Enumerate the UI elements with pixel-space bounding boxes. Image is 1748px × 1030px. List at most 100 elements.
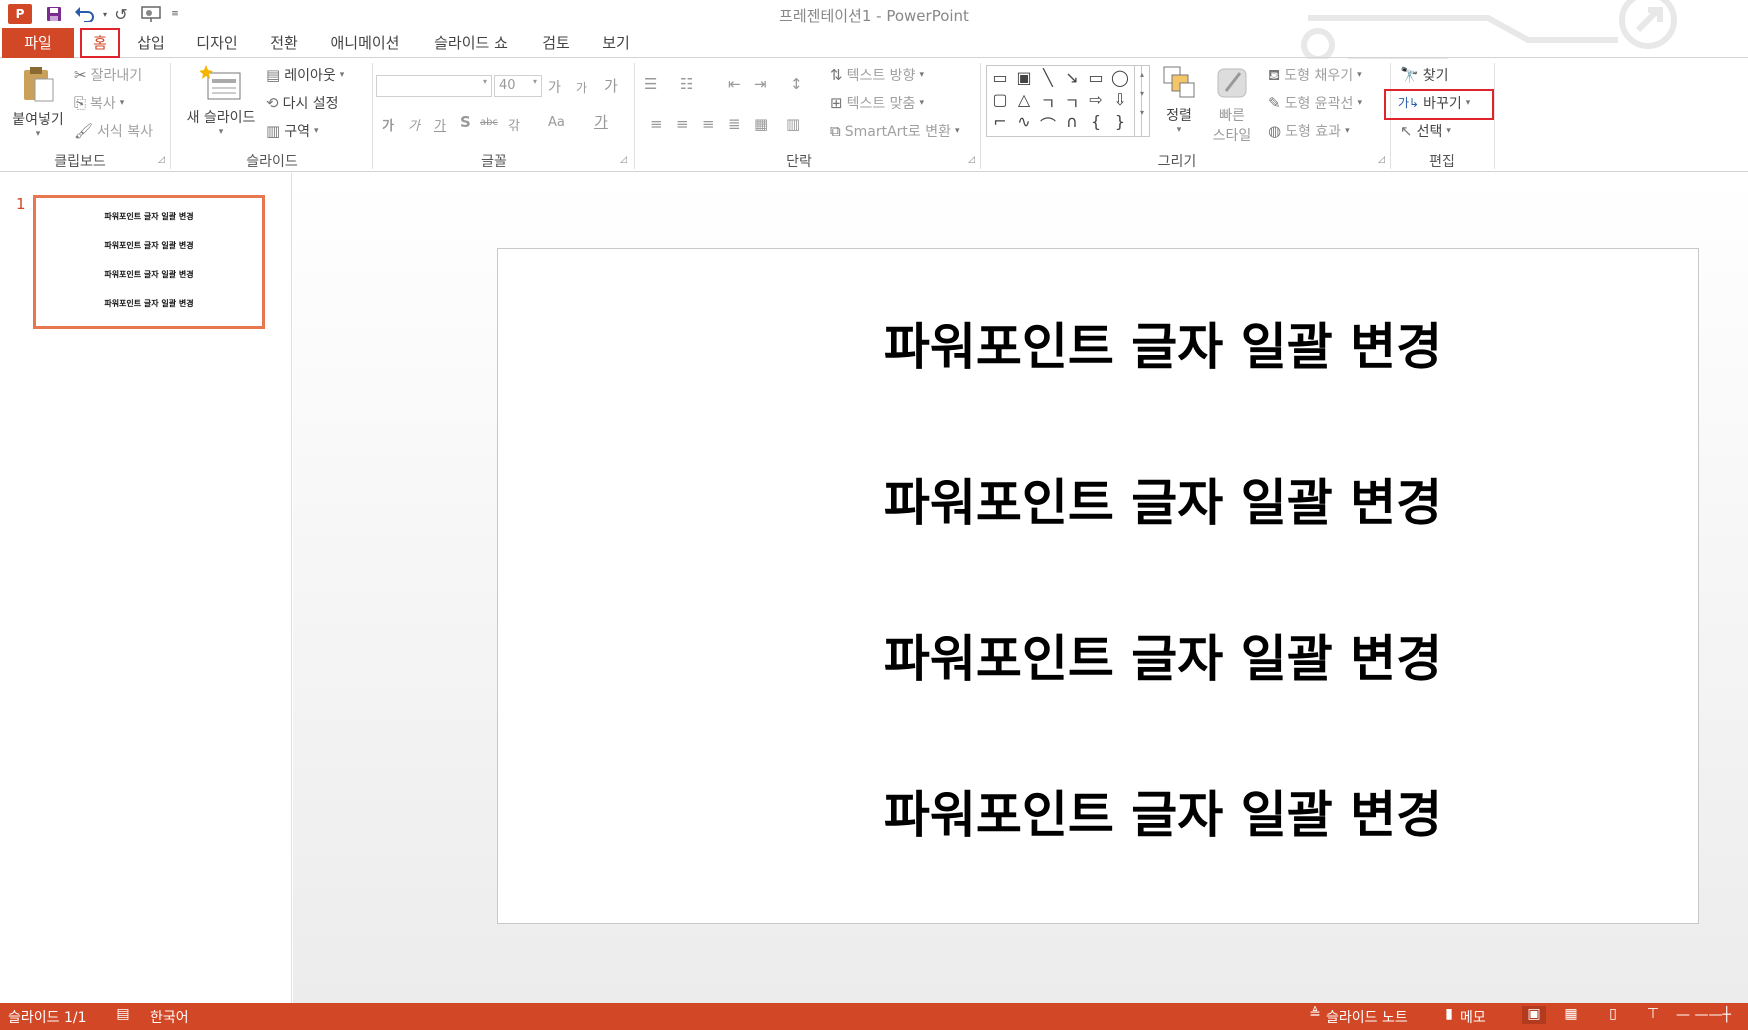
tab-file[interactable]: 파일 [2, 28, 74, 58]
textbox-shape-icon[interactable]: ▭ [989, 68, 1011, 87]
align-left-icon[interactable]: ≡ [650, 115, 663, 133]
align-right-icon[interactable]: ≡ [702, 115, 715, 133]
tab-review[interactable]: 검토 [534, 28, 578, 58]
paste-dropdown-icon[interactable]: ▾ [6, 129, 70, 139]
distributed-icon[interactable]: ▦ [754, 115, 768, 133]
clipboard-launcher-icon[interactable]: ◿ [158, 155, 165, 165]
font-name-input[interactable] [376, 75, 492, 97]
slide-canvas[interactable]: 파워포인트 글자 일괄 변경 파워포인트 글자 일괄 변경 파워포인트 글자 일… [497, 248, 1699, 924]
format-painter-button[interactable]: 🖌 서식 복사 [74, 121, 153, 141]
slide-text-line[interactable]: 파워포인트 글자 일괄 변경 [498, 307, 1698, 379]
normal-view-icon[interactable]: ▣ [1522, 1006, 1546, 1024]
decrease-indent-icon[interactable]: ⇤ [728, 75, 741, 93]
shape-outline-button[interactable]: ✎ 도형 윤곽선 ▾ [1268, 93, 1362, 113]
italic-button[interactable]: 가 [408, 115, 420, 134]
numbering-icon[interactable]: ☷ [680, 75, 693, 93]
section-button[interactable]: ▥ 구역 ▾ [266, 121, 318, 141]
line-spacing-icon[interactable]: ↕ [790, 75, 803, 93]
tab-slideshow[interactable]: 슬라이드 쇼 [424, 28, 518, 58]
reset-button[interactable]: ⟲ 다시 설정 [266, 93, 339, 113]
tab-animations[interactable]: 애니메이션 [322, 28, 408, 58]
shape-outline-dropdown-icon: ▾ [1357, 98, 1362, 108]
section-label: 구역 [284, 124, 310, 140]
rectangle-shape-icon[interactable]: ▭ [1085, 68, 1107, 87]
smartart-button[interactable]: ⧉ SmartArt로 변환 ▾ [830, 121, 960, 141]
text-direction-button[interactable]: ⇅ 텍스트 방향 ▾ [830, 65, 924, 85]
slide-text-line[interactable]: 파워포인트 글자 일괄 변경 [498, 619, 1698, 691]
font-size-dropdown-icon[interactable]: ▾ [533, 77, 537, 86]
bullets-icon[interactable]: ☰ [644, 75, 657, 93]
bold-button[interactable]: 가 [382, 115, 394, 134]
triangle-shape-icon[interactable]: △ [1013, 90, 1035, 109]
slide-sorter-view-icon[interactable]: ▦ [1562, 1006, 1580, 1024]
grow-font-button[interactable]: 가 [548, 77, 561, 97]
shape-fill-button[interactable]: ⛾ 도형 채우기 ▾ [1268, 65, 1362, 85]
arc-shape-icon[interactable]: ⌒ [1037, 112, 1059, 136]
slideshow-view-icon[interactable]: ⊤ [1644, 1006, 1662, 1024]
elbow-connector-shape-icon[interactable]: ㄱ [1037, 90, 1059, 114]
vertical-textbox-shape-icon[interactable]: ▣ [1013, 68, 1035, 87]
tab-home[interactable]: 홈 [80, 28, 120, 58]
justify-icon[interactable]: ≣ [728, 115, 741, 133]
paragraph-launcher-icon[interactable]: ◿ [968, 155, 975, 165]
strikethrough-button[interactable]: abc [480, 117, 498, 128]
increase-indent-icon[interactable]: ⇥ [754, 75, 767, 93]
character-spacing-button[interactable]: 갂 [508, 115, 520, 134]
tab-transitions[interactable]: 전환 [262, 28, 306, 58]
clear-formatting-button[interactable]: 가 [604, 75, 618, 96]
new-slide-dropdown-icon[interactable]: ▾ [178, 127, 264, 137]
curve-shape-icon[interactable]: ∩ [1061, 112, 1083, 131]
replace-button[interactable]: 가↳ 바꾸기 ▾ [1398, 93, 1470, 113]
find-button[interactable]: 🔭 찾기 [1400, 65, 1448, 85]
freeform-shape-icon[interactable]: ⌐ [989, 112, 1011, 131]
align-text-button[interactable]: ⊞ 텍스트 맞춤 ▾ [830, 93, 924, 113]
shadow-button[interactable]: S [460, 113, 471, 131]
scribble-shape-icon[interactable]: ∿ [1013, 112, 1035, 131]
comments-button[interactable]: 메모 [1460, 1007, 1486, 1027]
reading-view-icon[interactable]: ▯ [1604, 1006, 1622, 1024]
left-brace-shape-icon[interactable]: { [1085, 112, 1107, 131]
font-color-button[interactable]: 가 [594, 111, 608, 132]
shrink-font-button[interactable]: 가 [576, 79, 587, 96]
notes-button[interactable]: 슬라이드 노트 [1326, 1007, 1408, 1027]
oval-shape-icon[interactable]: ◯ [1109, 68, 1131, 87]
new-slide-button[interactable]: 새 슬라이드 ▾ [178, 65, 264, 137]
underline-button[interactable]: 가 [434, 115, 446, 134]
copy-button[interactable]: ⎘ 복사 ▾ [74, 93, 124, 113]
zoom-slider[interactable]: — ——┼ [1676, 1007, 1731, 1023]
font-name-dropdown-icon[interactable]: ▾ [483, 77, 487, 86]
arrange-button[interactable]: 정렬 ▾ [1158, 65, 1200, 135]
shapes-gallery-scroll[interactable]: ▴ ▾ ▾ [1134, 65, 1150, 137]
cut-button[interactable]: ✂ 잘라내기 [74, 65, 142, 85]
align-center-icon[interactable]: ≡ [676, 115, 689, 133]
paste-button[interactable]: 붙여넣기 ▾ [6, 65, 70, 139]
right-arrow-shape-icon[interactable]: ⇨ [1085, 90, 1107, 109]
slide-text-line[interactable]: 파워포인트 글자 일괄 변경 [498, 463, 1698, 535]
tab-design[interactable]: 디자인 [188, 28, 246, 58]
slide-thumbnail[interactable]: 파워포인트 글자 일괄 변경 파워포인트 글자 일괄 변경 파워포인트 글자 일… [33, 195, 265, 329]
columns-icon[interactable]: ▥ [786, 115, 800, 133]
drawing-launcher-icon[interactable]: ◿ [1378, 155, 1385, 165]
arrow-line-shape-icon[interactable]: ↘ [1061, 68, 1083, 87]
quick-styles-button[interactable]: 빠른 스타일 [1204, 65, 1260, 145]
spell-check-icon[interactable]: ▤ [114, 1006, 132, 1024]
copy-dropdown-icon[interactable]: ▾ [120, 98, 125, 108]
elbow-arrow-shape-icon[interactable]: ㄱ [1061, 90, 1083, 114]
cut-label: 잘라내기 [90, 68, 143, 84]
language-indicator[interactable]: 한국어 [150, 1007, 189, 1027]
font-launcher-icon[interactable]: ◿ [620, 155, 627, 165]
layout-button[interactable]: ▤ 레이아웃 ▾ [266, 65, 344, 85]
shape-effects-button[interactable]: ◍ 도형 효과 ▾ [1268, 121, 1350, 141]
slide-text-line[interactable]: 파워포인트 글자 일괄 변경 [498, 775, 1698, 847]
title-bar: P ▾ ↺ ≡ 프레젠테이션1 - PowerPoint [0, 0, 1748, 63]
right-brace-shape-icon[interactable]: } [1109, 112, 1131, 131]
tab-view[interactable]: 보기 [594, 28, 638, 58]
rounded-rectangle-shape-icon[interactable]: ▢ [989, 90, 1011, 109]
tab-insert[interactable]: 삽입 [128, 28, 174, 58]
shapes-gallery[interactable]: ▭ ▣ ╲ ↘ ▭ ◯ ▢ △ ㄱ ㄱ ⇨ ⇩ ⌐ ∿ ⌒ ∩ { } [986, 65, 1142, 137]
line-shape-icon[interactable]: ╲ [1037, 68, 1059, 87]
text-direction-label: 텍스트 방향 [846, 68, 916, 84]
change-case-button[interactable]: Aa [548, 115, 565, 130]
select-button[interactable]: ↖ 선택 ▾ [1400, 121, 1451, 141]
down-arrow-shape-icon[interactable]: ⇩ [1109, 90, 1131, 109]
